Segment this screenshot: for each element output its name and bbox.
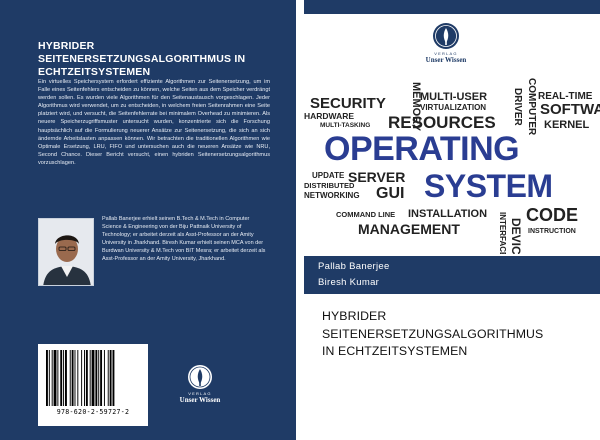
back-cover: HYBRIDER SEITENERSETZUNGSALGORITHMUS IN … bbox=[0, 0, 296, 440]
barcode-bar bbox=[65, 350, 67, 406]
author-band: Pallab Banerjee Biresh Kumar bbox=[304, 256, 600, 294]
cloud-word: MULTI-TASKING bbox=[320, 122, 371, 129]
barcode-bar bbox=[100, 350, 103, 406]
author-name-2: Biresh Kumar bbox=[318, 277, 380, 288]
cloud-word: SOFTWARE bbox=[540, 101, 600, 118]
cloud-word: COMMAND LINE bbox=[336, 210, 396, 219]
cloud-word: RESOURCES bbox=[388, 113, 496, 132]
publisher-logo-icon bbox=[433, 23, 459, 49]
barcode-bar bbox=[71, 350, 74, 406]
front-top-bar bbox=[304, 0, 600, 14]
barcode-bar bbox=[81, 350, 83, 406]
author-bio: Pallab Banerjee erhielt seinen B.Tech & … bbox=[102, 216, 266, 262]
barcode-bar bbox=[57, 350, 59, 406]
barcode-bar bbox=[95, 350, 98, 406]
front-title-line-1: HYBRIDER bbox=[322, 309, 387, 323]
front-title-line-3: IN ECHTZEITSYSTEMEN bbox=[322, 344, 468, 358]
cloud-word: CODE bbox=[526, 205, 579, 225]
cloud-word: DEVICE bbox=[509, 218, 523, 254]
barcode-bar bbox=[74, 350, 76, 406]
cloud-word: UPDATE bbox=[312, 171, 345, 180]
back-title: HYBRIDER SEITENERSETZUNGSALGORITHMUS IN … bbox=[38, 40, 278, 79]
cloud-word: KERNEL bbox=[544, 119, 590, 131]
publisher-logo-back: VERLAG Unser Wissen bbox=[178, 364, 222, 404]
barcode-bar bbox=[84, 350, 85, 406]
publisher-logo-front: VERLAG Unser Wissen bbox=[414, 22, 478, 64]
barcode-bar bbox=[51, 350, 53, 406]
publisher-name: Unser Wissen bbox=[425, 56, 467, 64]
cloud-word: SYSTEM bbox=[424, 168, 553, 204]
publisher-logo-icon bbox=[188, 365, 212, 389]
cloud-word: SECURITY bbox=[310, 95, 386, 112]
cloud-word: OPERATING bbox=[324, 130, 520, 168]
barcode-bar bbox=[98, 350, 100, 406]
barcode-bar bbox=[89, 350, 91, 406]
barcode-bar bbox=[85, 350, 88, 406]
author-photo bbox=[38, 218, 94, 286]
cloud-word: DRIVER bbox=[512, 88, 523, 126]
cloud-word: DISTRIBUTED bbox=[304, 181, 355, 190]
cloud-word: GUI bbox=[376, 185, 405, 202]
word-cloud: SECURITY MEMORY MULTI-USER REAL-TIME HAR… bbox=[304, 74, 600, 254]
barcode-bar bbox=[91, 350, 95, 406]
barcode-bar bbox=[46, 350, 48, 406]
spine bbox=[296, 0, 304, 440]
barcode-bar bbox=[53, 350, 57, 406]
front-title: HYBRIDER SEITENERSETZUNGSALGORITHMUS IN … bbox=[322, 308, 597, 361]
front-cover: VERLAG Unser Wissen SECURITY MEMORY MULT… bbox=[304, 0, 600, 440]
barcode: 978-620-2-59727-2 bbox=[38, 344, 148, 426]
barcode-bar bbox=[109, 350, 112, 406]
isbn: 978-620-2-59727-2 bbox=[56, 408, 130, 416]
cloud-word: NETWORKING bbox=[304, 191, 360, 200]
cloud-word: SERVER bbox=[348, 169, 406, 185]
barcode-bar bbox=[77, 350, 79, 406]
cloud-word: VIRTUALIZATION bbox=[420, 103, 487, 112]
cloud-word: MULTI-USER bbox=[420, 91, 488, 103]
cloud-word: MANAGEMENT bbox=[358, 221, 460, 237]
barcode-bar bbox=[63, 350, 65, 406]
cloud-word: INSTALLATION bbox=[408, 208, 488, 220]
cloud-word: HARDWARE bbox=[304, 111, 355, 121]
back-title-line-2: SEITENERSETZUNGSALGORITHMUS IN bbox=[38, 53, 246, 65]
back-blurb: Ein virtuelles Speichersystem erfordert … bbox=[38, 79, 270, 166]
cloud-word: INSTRUCTION bbox=[528, 228, 576, 235]
cloud-word: INTERFACE bbox=[498, 212, 507, 254]
publisher-name: Unser Wissen bbox=[179, 396, 221, 404]
front-title-line-2: SEITENERSETZUNGSALGORITHMUS bbox=[322, 326, 544, 341]
barcode-bar bbox=[60, 350, 63, 406]
barcode-bar bbox=[69, 350, 71, 406]
barcode-bar bbox=[112, 350, 115, 406]
book-cover: HYBRIDER SEITENERSETZUNGSALGORITHMUS IN … bbox=[0, 0, 600, 440]
author-name-1: Pallab Banerjee bbox=[318, 261, 390, 272]
barcode-bar bbox=[103, 350, 105, 406]
back-title-line-1: HYBRIDER bbox=[38, 40, 95, 52]
cloud-word: COMPUTER bbox=[526, 78, 537, 136]
barcode-bar bbox=[107, 350, 109, 406]
barcode-bar bbox=[48, 350, 50, 406]
